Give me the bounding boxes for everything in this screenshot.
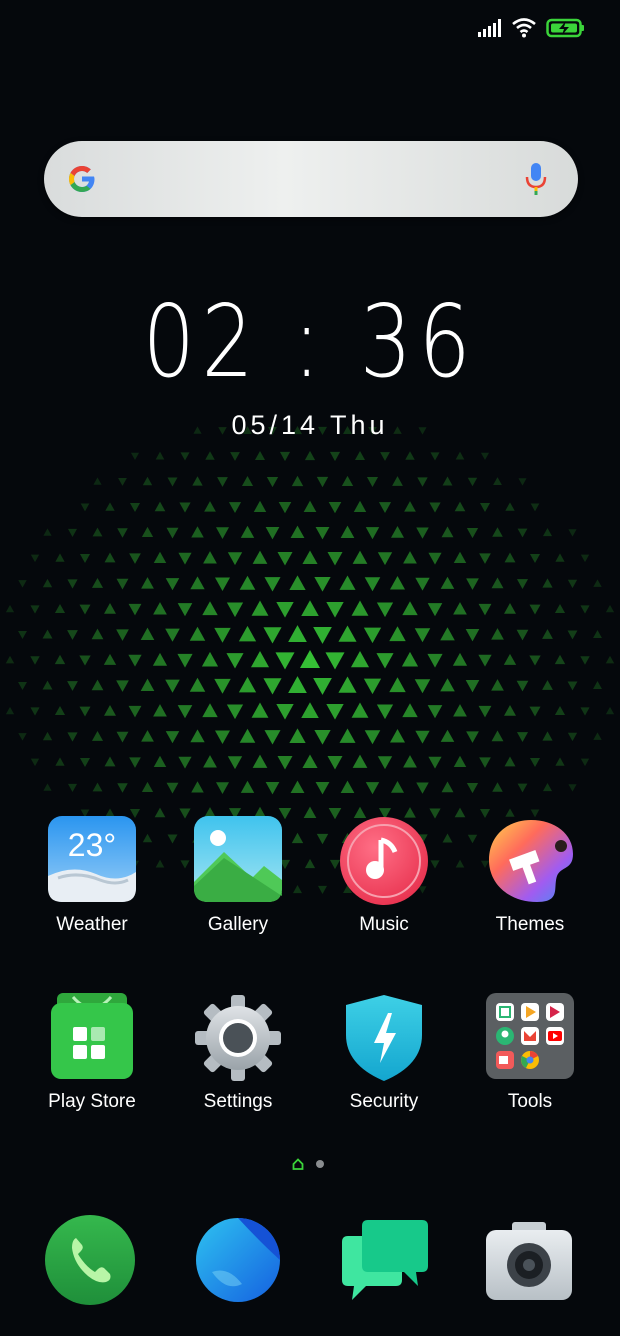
app-gallery[interactable]: Gallery	[173, 816, 303, 936]
status-bar	[478, 18, 586, 38]
themes-icon	[485, 816, 575, 906]
app-security[interactable]: Security	[319, 993, 449, 1113]
app-play-store[interactable]: Play Store	[27, 993, 157, 1113]
app-tools-folder[interactable]: Tools	[465, 993, 595, 1113]
microphone-icon[interactable]	[524, 161, 548, 197]
phone-icon	[45, 1215, 135, 1305]
app-label: Tools	[507, 1091, 553, 1112]
clock-date[interactable]: 05/14 Thu	[0, 410, 620, 441]
tools-folder-icon	[485, 993, 575, 1083]
wifi-icon	[512, 18, 536, 38]
page-dot	[316, 1160, 324, 1168]
dock-messages[interactable]	[336, 1214, 436, 1314]
app-label: Security	[349, 1091, 419, 1112]
app-label: Themes	[495, 914, 565, 935]
gallery-icon	[193, 816, 283, 906]
app-label: Gallery	[207, 914, 269, 935]
browser-icon	[196, 1218, 280, 1302]
messages-icon	[342, 1220, 428, 1300]
clock-time[interactable]: 02 : 36	[56, 282, 564, 402]
camera-icon	[486, 1222, 572, 1300]
security-shield-icon	[339, 993, 429, 1083]
app-label: Music	[359, 914, 409, 935]
app-label: Weather	[56, 914, 128, 935]
app-music[interactable]: Music	[319, 816, 449, 936]
dock-phone[interactable]	[44, 1214, 144, 1314]
weather-icon: 23°	[47, 816, 137, 906]
music-icon	[339, 816, 429, 906]
page-indicator[interactable]	[292, 1158, 324, 1170]
home-page-icon	[292, 1158, 304, 1170]
app-settings[interactable]: Settings	[173, 993, 303, 1113]
play-store-icon	[47, 993, 137, 1083]
app-label: Play Store	[48, 1091, 136, 1112]
settings-gear-icon	[193, 993, 283, 1083]
dock-camera[interactable]	[484, 1220, 584, 1320]
google-search-bar[interactable]	[44, 141, 578, 217]
weather-temp: 23°	[68, 827, 116, 863]
battery-charging-icon	[546, 18, 584, 38]
app-label: Settings	[203, 1091, 273, 1112]
dock-browser[interactable]	[192, 1214, 292, 1314]
app-weather[interactable]: 23° Weather	[27, 816, 157, 936]
app-themes[interactable]: Themes	[465, 816, 595, 936]
google-logo	[69, 166, 95, 192]
signal-icon	[478, 19, 501, 37]
